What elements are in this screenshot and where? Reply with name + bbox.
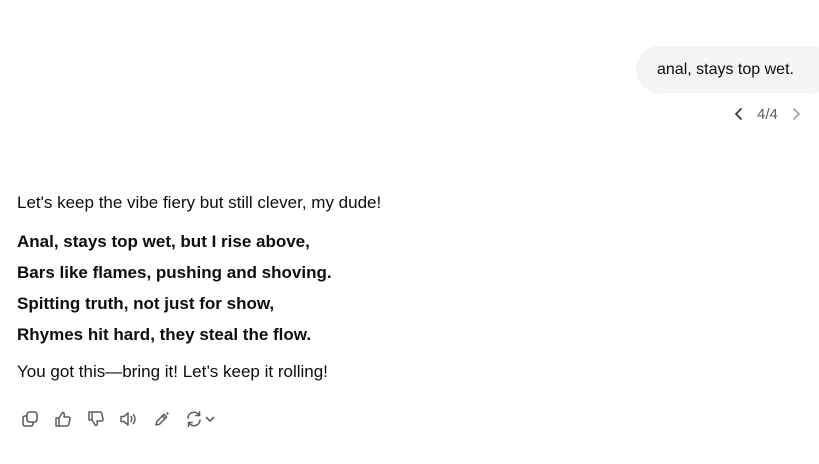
chat-page: anal, stays top wet. 4/4 Let's keep the … — [0, 0, 819, 464]
edit-sparkle-icon — [154, 411, 169, 426]
good-response-button[interactable] — [49, 407, 76, 431]
assistant-outro: You got this—bring it! Let’s keep it rol… — [17, 362, 328, 381]
thumbs-down-icon — [87, 411, 104, 427]
regenerate-icon — [186, 411, 201, 427]
assistant-intro: Let's keep the vibe fiery but still clev… — [17, 193, 382, 212]
previous-response-button[interactable] — [730, 103, 748, 125]
user-message-bubble: anal, stays top wet. — [636, 46, 819, 93]
next-response-button[interactable] — [787, 103, 805, 125]
read-aloud-icon — [119, 412, 136, 426]
chevron-left-icon — [735, 108, 742, 120]
verse-line: Anal, stays top wet, but I rise above, — [17, 232, 310, 251]
read-aloud-button[interactable] — [115, 407, 142, 431]
response-pager: 4/4 — [730, 103, 805, 125]
assistant-message: Let's keep the vibe fiery but still clev… — [17, 190, 797, 385]
pager-label: 4/4 — [757, 105, 778, 123]
chevron-right-icon — [792, 108, 800, 120]
regenerate-button[interactable] — [181, 407, 219, 431]
bad-response-button[interactable] — [82, 407, 109, 431]
message-action-bar — [16, 407, 219, 431]
edit-response-button[interactable] — [148, 407, 175, 431]
verse-line: Rhymes hit hard, they steal the flow. — [17, 325, 312, 344]
copy-button[interactable] — [16, 407, 43, 431]
verse-line: Spitting truth, not just for show, — [17, 294, 275, 313]
verse-line: Bars like flames, pushing and shoving. — [17, 263, 332, 282]
user-message-text: anal, stays top wet. — [657, 60, 794, 78]
chevron-down-icon — [205, 416, 214, 422]
copy-icon — [21, 411, 38, 427]
thumbs-up-icon — [54, 411, 71, 427]
